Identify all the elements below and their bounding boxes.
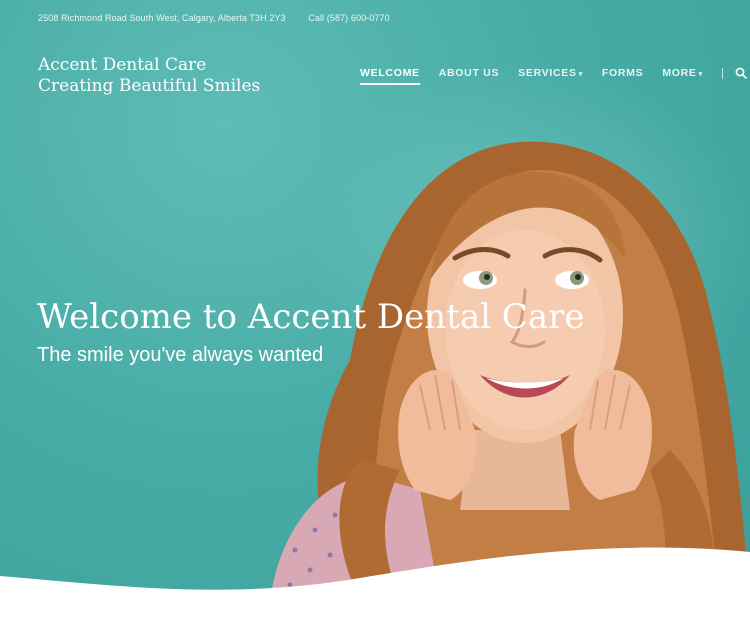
- nav-item-about-us[interactable]: ABOUT US: [439, 67, 499, 85]
- brand-name: Accent Dental Care: [38, 55, 207, 75]
- caret-down-icon: ▾: [578, 71, 583, 78]
- nav-label: MORE: [662, 67, 697, 79]
- caret-down-icon: ▾: [698, 71, 703, 78]
- hero-title: Welcome to Accent Dental Care: [37, 297, 585, 337]
- contact-bar: 2508 Richmond Road South West, Calgary, …: [38, 13, 390, 23]
- nav-label: SERVICES: [518, 67, 577, 79]
- hero-subtitle: The smile you've always wanted: [37, 344, 324, 366]
- search-icon[interactable]: [735, 67, 747, 79]
- nav-item-welcome[interactable]: WELCOME: [360, 67, 420, 85]
- nav-item-more[interactable]: MORE ▾: [662, 67, 703, 85]
- nav-label: WELCOME: [360, 67, 420, 79]
- nav-item-services[interactable]: SERVICES ▾: [518, 67, 583, 85]
- nav-divider: [721, 67, 723, 79]
- main-nav: WELCOME ABOUT US SERVICES ▾ FORMS MORE ▾: [360, 67, 747, 85]
- nav-label: ABOUT US: [438, 67, 500, 79]
- brand-tagline: Creating Beautiful Smiles: [38, 76, 261, 96]
- nav-label: FORMS: [601, 67, 644, 79]
- site-logo[interactable]: Accent Dental Care Creating Beautiful Sm…: [38, 55, 260, 97]
- address-text: 2508 Richmond Road South West, Calgary, …: [38, 13, 286, 23]
- nav-item-forms[interactable]: FORMS: [602, 67, 643, 85]
- phone-link[interactable]: Call (587) 600-0770: [308, 13, 389, 23]
- hero-bottom-wave: [0, 547, 750, 628]
